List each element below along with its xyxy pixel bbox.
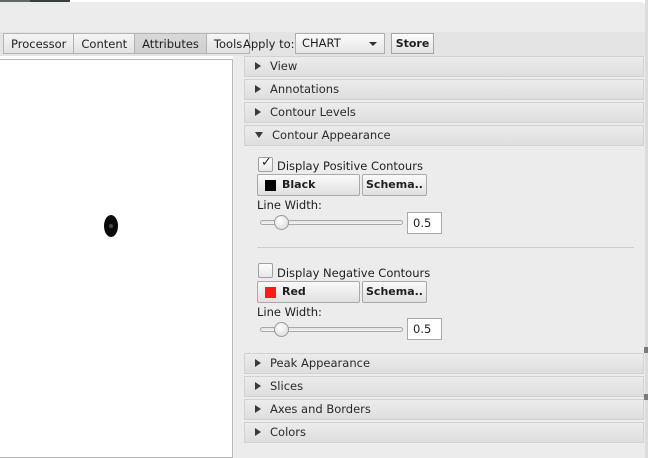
negative-contours-checkbox[interactable] — [258, 263, 273, 278]
positive-color-name: Black — [282, 178, 316, 191]
triangle-down-icon — [255, 132, 263, 138]
tab-bar: Processor Content Attributes Tools — [3, 33, 251, 54]
section-slices[interactable]: Slices — [244, 376, 644, 397]
tab-attributes[interactable]: Attributes — [134, 33, 207, 54]
split-divider[interactable] — [233, 56, 242, 458]
store-button[interactable]: Store — [391, 33, 434, 54]
section-label: Contour Appearance — [272, 128, 391, 142]
triangle-right-icon — [255, 382, 261, 390]
section-axes-and-borders[interactable]: Axes and Borders — [244, 399, 644, 420]
positive-contours-label: Display Positive Contours — [277, 159, 423, 173]
section-label: Colors — [270, 425, 307, 439]
chevron-down-icon — [369, 42, 377, 46]
section-label: Peak Appearance — [270, 356, 371, 370]
section-label: View — [270, 59, 298, 73]
triangle-right-icon — [255, 359, 261, 367]
triangle-right-icon — [255, 85, 261, 93]
section-view[interactable]: View — [244, 56, 644, 77]
section-annotations[interactable]: Annotations — [244, 79, 644, 100]
triangle-right-icon — [255, 62, 261, 70]
peak-blob — [104, 215, 118, 237]
triangle-right-icon — [255, 108, 261, 116]
section-peak-appearance[interactable]: Peak Appearance — [244, 353, 644, 374]
triangle-right-icon — [255, 405, 261, 413]
negative-color-name: Red — [282, 285, 306, 298]
section-label: Axes and Borders — [270, 402, 371, 416]
apply-to-value: CHART — [302, 36, 341, 50]
section-label: Contour Levels — [270, 105, 356, 119]
apply-to-select[interactable]: CHART — [295, 33, 385, 54]
chart-canvas[interactable] — [0, 59, 233, 458]
section-contour-appearance[interactable]: Contour Appearance — [244, 125, 644, 146]
section-label: Slices — [270, 379, 304, 393]
negative-color-button[interactable]: Red — [257, 281, 360, 303]
positive-schema-button[interactable]: Schema.. — [362, 174, 427, 196]
negative-line-width-field[interactable]: 0.5 — [407, 318, 442, 340]
tab-processor[interactable]: Processor — [3, 33, 75, 54]
triangle-right-icon — [255, 428, 261, 436]
positive-slider-knob[interactable] — [273, 215, 289, 230]
negative-contours-label: Display Negative Contours — [277, 266, 431, 280]
positive-line-width-label: Line Width: — [257, 198, 322, 212]
scroll-marker — [644, 394, 648, 400]
check-icon: ✓ — [261, 155, 272, 170]
negative-schema-button[interactable]: Schema.. — [362, 281, 427, 303]
divider-line — [257, 247, 634, 248]
positive-line-width-field[interactable]: 0.5 — [407, 212, 442, 234]
positive-color-button[interactable]: Black — [257, 174, 360, 196]
color-swatch-icon — [265, 287, 276, 298]
apply-to-label: Apply to: — [243, 37, 295, 51]
scroll-marker — [644, 347, 648, 353]
section-colors[interactable]: Colors — [244, 422, 644, 443]
negative-line-width-label: Line Width: — [257, 305, 322, 319]
positive-contours-checkbox[interactable]: ✓ — [258, 155, 273, 172]
tab-content[interactable]: Content — [73, 33, 136, 54]
section-contour-levels[interactable]: Contour Levels — [244, 102, 644, 123]
window-frame — [0, 2, 648, 36]
section-label: Annotations — [270, 82, 340, 96]
color-swatch-icon — [265, 180, 276, 191]
negative-slider-knob[interactable] — [273, 322, 289, 337]
